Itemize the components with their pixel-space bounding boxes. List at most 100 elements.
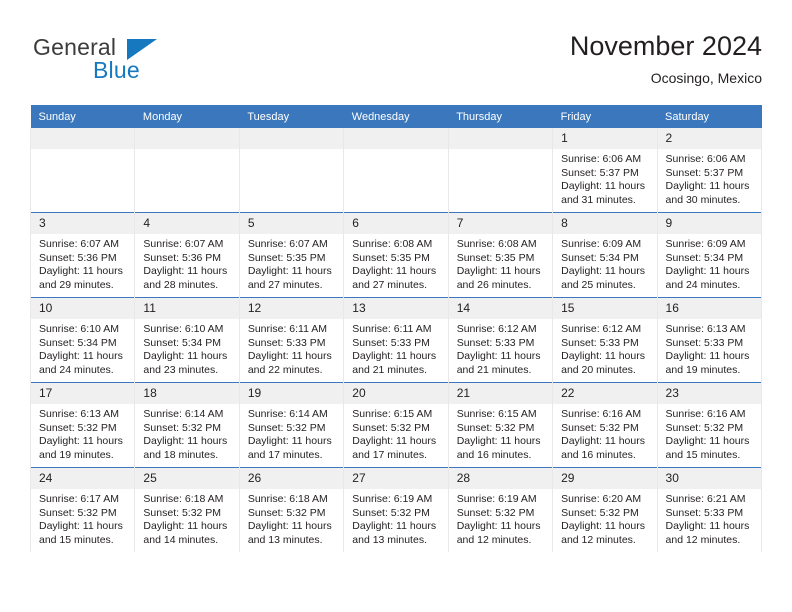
sunrise-text: Sunrise: 6:11 AM (247, 323, 328, 335)
calendar-day-cell[interactable]: 4 Sunrise: 6:07 AM Sunset: 5:36 PM Daylight… (134, 212, 240, 298)
calendar-day-cell[interactable]: 12 Sunrise: 6:11 AM Sunset: 5:33 PM Dayligh… (238, 297, 345, 383)
calendar-day-cell[interactable]: 22 Sunrise: 6:16 AM Sunset: 5:32 PM Dayligh… (552, 382, 658, 468)
sunrise-text: Sunrise: 6:08 AM (352, 238, 433, 250)
day-number: 7 (448, 213, 553, 234)
day-number (344, 128, 448, 149)
weekday-header-sunday: Sunday (30, 105, 135, 128)
calendar-day-cell[interactable]: 20 Sunrise: 6:15 AM Sunset: 5:32 PM Dayligh… (343, 382, 449, 468)
day-details: Sunrise: 6:12 AM Sunset: 5:33 PM Daylight:… (553, 319, 656, 377)
sunrise-text: Sunrise: 6:11 AM (352, 323, 432, 335)
daylight-text: Daylight: 11 hours and 29 minutes. (39, 265, 123, 291)
calendar-day-cell[interactable]: 7 Sunrise: 6:08 AM Sunset: 5:35 PM Daylight… (447, 212, 554, 298)
daylight-text: Daylight: 11 hours and 24 minutes. (39, 350, 123, 376)
sunset-text: Sunset: 5:32 PM (143, 506, 222, 519)
day-number: 11 (135, 298, 239, 319)
calendar-day-cell[interactable]: 15 Sunrise: 6:12 AM Sunset: 5:33 PM Dayligh… (552, 297, 658, 383)
sunrise-text: Sunrise: 6:14 AM (143, 408, 224, 420)
weekday-header-thursday: Thursday (448, 105, 553, 128)
sunrise-text: Sunrise: 6:10 AM (143, 323, 224, 335)
calendar-day-cell[interactable]: 10 Sunrise: 6:10 AM Sunset: 5:34 PM Dayligh… (29, 297, 136, 383)
calendar-day-cell[interactable]: 25 Sunrise: 6:18 AM Sunset: 5:32 PM Dayligh… (134, 467, 240, 552)
daylight-text: Daylight: 11 hours and 13 minutes. (247, 520, 332, 546)
calendar-day-cell[interactable]: 23 Sunrise: 6:16 AM Sunset: 5:32 PM Dayligh… (656, 382, 763, 468)
day-details: Sunrise: 6:19 AM Sunset: 5:32 PM Daylight:… (344, 489, 447, 547)
day-number: 25 (135, 468, 239, 489)
calendar-day-cell[interactable]: 1 Sunrise: 6:06 AM Sunset: 5:37 PM Daylight… (552, 128, 658, 213)
daylight-text: Daylight: 11 hours and 27 minutes. (352, 265, 437, 291)
day-number (448, 128, 553, 149)
sunset-text: Sunset: 5:33 PM (665, 336, 744, 349)
sunrise-text: Sunrise: 6:14 AM (247, 408, 328, 420)
day-number: 15 (553, 298, 657, 319)
daylight-text: Daylight: 11 hours and 15 minutes. (39, 520, 123, 546)
calendar-cell-empty (447, 128, 554, 213)
day-details: Sunrise: 6:08 AM Sunset: 5:35 PM Daylight:… (344, 234, 447, 292)
calendar-day-cell[interactable]: 9 Sunrise: 6:09 AM Sunset: 5:34 PM Daylight… (656, 212, 763, 298)
day-details: Sunrise: 6:12 AM Sunset: 5:33 PM Daylight:… (449, 319, 552, 377)
calendar-day-cell[interactable]: 18 Sunrise: 6:14 AM Sunset: 5:32 PM Dayligh… (134, 382, 240, 468)
calendar-day-cell[interactable]: 3 Sunrise: 6:07 AM Sunset: 5:36 PM Daylight… (29, 212, 136, 298)
calendar-day-cell[interactable]: 6 Sunrise: 6:08 AM Sunset: 5:35 PM Daylight… (343, 212, 449, 298)
calendar-day-cell[interactable]: 27 Sunrise: 6:19 AM Sunset: 5:32 PM Dayligh… (343, 467, 449, 552)
daylight-text: Daylight: 11 hours and 19 minutes. (665, 350, 750, 376)
daylight-text: Daylight: 11 hours and 13 minutes. (352, 520, 437, 546)
calendar-day-cell[interactable]: 17 Sunrise: 6:13 AM Sunset: 5:32 PM Dayligh… (29, 382, 136, 468)
day-details: Sunrise: 6:09 AM Sunset: 5:34 PM Daylight:… (658, 234, 761, 292)
calendar-day-cell[interactable]: 16 Sunrise: 6:13 AM Sunset: 5:33 PM Dayligh… (656, 297, 763, 383)
daylight-text: Daylight: 11 hours and 21 minutes. (352, 350, 437, 376)
daylight-text: Daylight: 11 hours and 21 minutes. (456, 350, 541, 376)
calendar-day-cell[interactable]: 21 Sunrise: 6:15 AM Sunset: 5:32 PM Dayligh… (447, 382, 554, 468)
sunrise-text: Sunrise: 6:18 AM (143, 493, 224, 505)
day-number: 9 (657, 213, 761, 234)
sunrise-text: Sunrise: 6:09 AM (665, 238, 746, 250)
sunset-text: Sunset: 5:33 PM (456, 336, 535, 349)
calendar-day-cell[interactable]: 5 Sunrise: 6:07 AM Sunset: 5:35 PM Daylight… (238, 212, 345, 298)
calendar-cell-empty (238, 128, 345, 213)
calendar-day-cell[interactable]: 13 Sunrise: 6:11 AM Sunset: 5:33 PM Dayligh… (343, 297, 449, 383)
day-details: Sunrise: 6:17 AM Sunset: 5:32 PM Daylight:… (31, 489, 134, 547)
calendar-day-cell[interactable]: 19 Sunrise: 6:14 AM Sunset: 5:32 PM Dayligh… (238, 382, 345, 468)
day-details: Sunrise: 6:09 AM Sunset: 5:34 PM Daylight:… (553, 234, 656, 292)
calendar-day-cell[interactable]: 26 Sunrise: 6:18 AM Sunset: 5:32 PM Dayligh… (238, 467, 345, 552)
calendar-day-cell[interactable]: 8 Sunrise: 6:09 AM Sunset: 5:34 PM Daylight… (552, 212, 658, 298)
daylight-text: Daylight: 11 hours and 20 minutes. (561, 350, 645, 376)
day-number: 4 (135, 213, 239, 234)
calendar-week-row: 1 Sunrise: 6:06 AM Sunset: 5:37 PM Daylight… (29, 128, 763, 213)
day-details: Sunrise: 6:06 AM Sunset: 5:37 PM Daylight:… (553, 149, 656, 207)
sunrise-text: Sunrise: 6:12 AM (561, 323, 642, 335)
daylight-text: Daylight: 11 hours and 16 minutes. (456, 435, 541, 461)
weekday-header-friday: Friday (552, 105, 658, 128)
daylight-text: Daylight: 11 hours and 28 minutes. (143, 265, 228, 291)
weekday-header-tuesday: Tuesday (239, 105, 344, 128)
daylight-text: Daylight: 11 hours and 31 minutes. (561, 180, 645, 206)
sunset-text: Sunset: 5:34 PM (665, 251, 744, 264)
calendar-day-cell[interactable]: 29 Sunrise: 6:20 AM Sunset: 5:32 PM Dayligh… (552, 467, 658, 552)
sunset-text: Sunset: 5:34 PM (143, 336, 222, 349)
sunset-text: Sunset: 5:32 PM (352, 506, 430, 519)
sunset-text: Sunset: 5:32 PM (39, 421, 117, 434)
day-details: Sunrise: 6:19 AM Sunset: 5:32 PM Daylight:… (449, 489, 552, 547)
generalblue-logo[interactable]: General Blue (30, 34, 210, 92)
calendar-day-cell[interactable]: 14 Sunrise: 6:12 AM Sunset: 5:33 PM Dayligh… (447, 297, 554, 383)
day-details: Sunrise: 6:14 AM Sunset: 5:32 PM Daylight:… (135, 404, 238, 462)
sunrise-text: Sunrise: 6:18 AM (247, 493, 328, 505)
calendar-day-cell[interactable]: 2 Sunrise: 6:06 AM Sunset: 5:37 PM Daylight… (656, 128, 763, 213)
day-number: 1 (553, 128, 657, 149)
calendar-week-row: 17 Sunrise: 6:13 AM Sunset: 5:32 PM Dayligh… (29, 382, 763, 468)
calendar-day-cell[interactable]: 30 Sunrise: 6:21 AM Sunset: 5:33 PM Dayligh… (656, 467, 763, 552)
day-details: Sunrise: 6:18 AM Sunset: 5:32 PM Daylight:… (240, 489, 343, 547)
daylight-text: Daylight: 11 hours and 17 minutes. (247, 435, 332, 461)
location-subtitle: Ocosingo, Mexico (650, 70, 762, 86)
sunset-text: Sunset: 5:32 PM (456, 421, 535, 434)
calendar-day-cell[interactable]: 28 Sunrise: 6:19 AM Sunset: 5:32 PM Dayligh… (447, 467, 554, 552)
calendar-day-cell[interactable]: 24 Sunrise: 6:17 AM Sunset: 5:32 PM Dayligh… (29, 467, 136, 552)
calendar-day-cell[interactable]: 11 Sunrise: 6:10 AM Sunset: 5:34 PM Dayligh… (134, 297, 240, 383)
day-details: Sunrise: 6:15 AM Sunset: 5:32 PM Daylight:… (344, 404, 447, 462)
sunset-text: Sunset: 5:33 PM (352, 336, 430, 349)
sunrise-text: Sunrise: 6:21 AM (665, 493, 746, 505)
sunset-text: Sunset: 5:33 PM (247, 336, 326, 349)
calendar-week-row: 24 Sunrise: 6:17 AM Sunset: 5:32 PM Dayligh… (29, 467, 763, 552)
day-number: 28 (448, 468, 553, 489)
day-details: Sunrise: 6:08 AM Sunset: 5:35 PM Daylight:… (449, 234, 552, 292)
day-number: 19 (239, 383, 344, 404)
